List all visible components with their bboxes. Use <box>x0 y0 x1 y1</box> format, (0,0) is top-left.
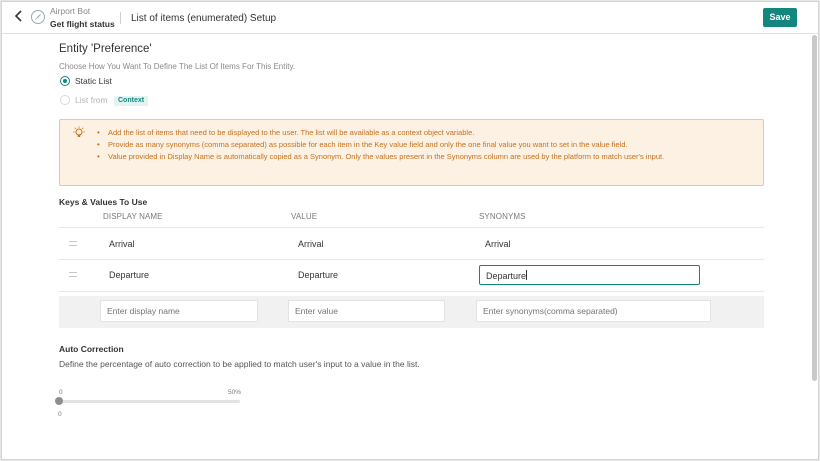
auto-correction-title: Auto Correction <box>59 344 124 354</box>
row-synonyms[interactable]: Arrival <box>485 239 511 249</box>
synonyms-input-active[interactable]: Departure <box>479 265 700 285</box>
info-item: Add the list of items that need to be di… <box>97 127 737 139</box>
info-box: Add the list of items that need to be di… <box>59 119 764 186</box>
entity-title: Entity 'Preference' <box>59 43 152 55</box>
dialog-name: Get flight status <box>50 19 115 29</box>
drag-handle-icon[interactable] <box>69 272 77 277</box>
choose-instruction: Choose How You Want To Define The List O… <box>59 62 296 71</box>
column-header-display-name: DISPLAY NAME <box>103 212 163 221</box>
slider-thumb[interactable] <box>55 397 63 405</box>
auto-correction-description: Define the percentage of auto correction… <box>59 359 420 369</box>
info-list: Add the list of items that need to be di… <box>97 127 737 163</box>
info-item: Value provided in Display Name is automa… <box>97 151 737 163</box>
page-title: List of items (enumerated) Setup <box>131 13 277 24</box>
slider-current-value: 0 <box>58 411 62 418</box>
lightbulb-icon <box>72 126 86 145</box>
synonyms-input-text: Departure <box>486 271 527 281</box>
value-input[interactable] <box>288 300 445 322</box>
display-name-input[interactable] <box>100 300 258 322</box>
keys-values-title: Keys & Values To Use <box>59 197 148 207</box>
context-badge: Context <box>114 96 149 106</box>
table-divider <box>59 291 764 292</box>
list-from-radio[interactable] <box>60 95 70 105</box>
row-value[interactable]: Departure <box>298 270 338 280</box>
save-button[interactable]: Save <box>763 8 797 27</box>
info-item: Provide as many synonyms (comma separate… <box>97 139 737 151</box>
column-header-value: VALUE <box>291 212 318 221</box>
static-list-label[interactable]: Static List <box>75 76 112 86</box>
list-from-label[interactable]: List from <box>75 95 108 105</box>
synonyms-input[interactable] <box>476 300 711 322</box>
table-divider <box>59 227 764 228</box>
header-divider <box>120 12 121 24</box>
header-bar: Airport Bot Get flight status List of it… <box>2 2 818 34</box>
bot-name: Airport Bot <box>50 6 91 16</box>
back-arrow-icon[interactable] <box>14 10 26 24</box>
column-header-synonyms: SYNONYMS <box>479 212 526 221</box>
slider-max-label: 50% <box>228 389 242 396</box>
auto-correction-slider[interactable] <box>59 400 240 403</box>
row-display-name[interactable]: Arrival <box>109 239 135 249</box>
row-display-name[interactable]: Departure <box>109 270 149 280</box>
new-row <box>59 296 764 328</box>
table-divider <box>59 259 764 260</box>
slider-min-label: 0 <box>59 389 63 396</box>
text-caret <box>526 270 528 280</box>
static-list-radio[interactable] <box>60 76 70 86</box>
setup-window: Airport Bot Get flight status List of it… <box>1 1 819 460</box>
row-value[interactable]: Arrival <box>298 239 324 249</box>
drag-handle-icon[interactable] <box>69 241 77 246</box>
scrollbar-thumb[interactable] <box>812 35 817 381</box>
bot-compass-icon <box>31 10 45 24</box>
